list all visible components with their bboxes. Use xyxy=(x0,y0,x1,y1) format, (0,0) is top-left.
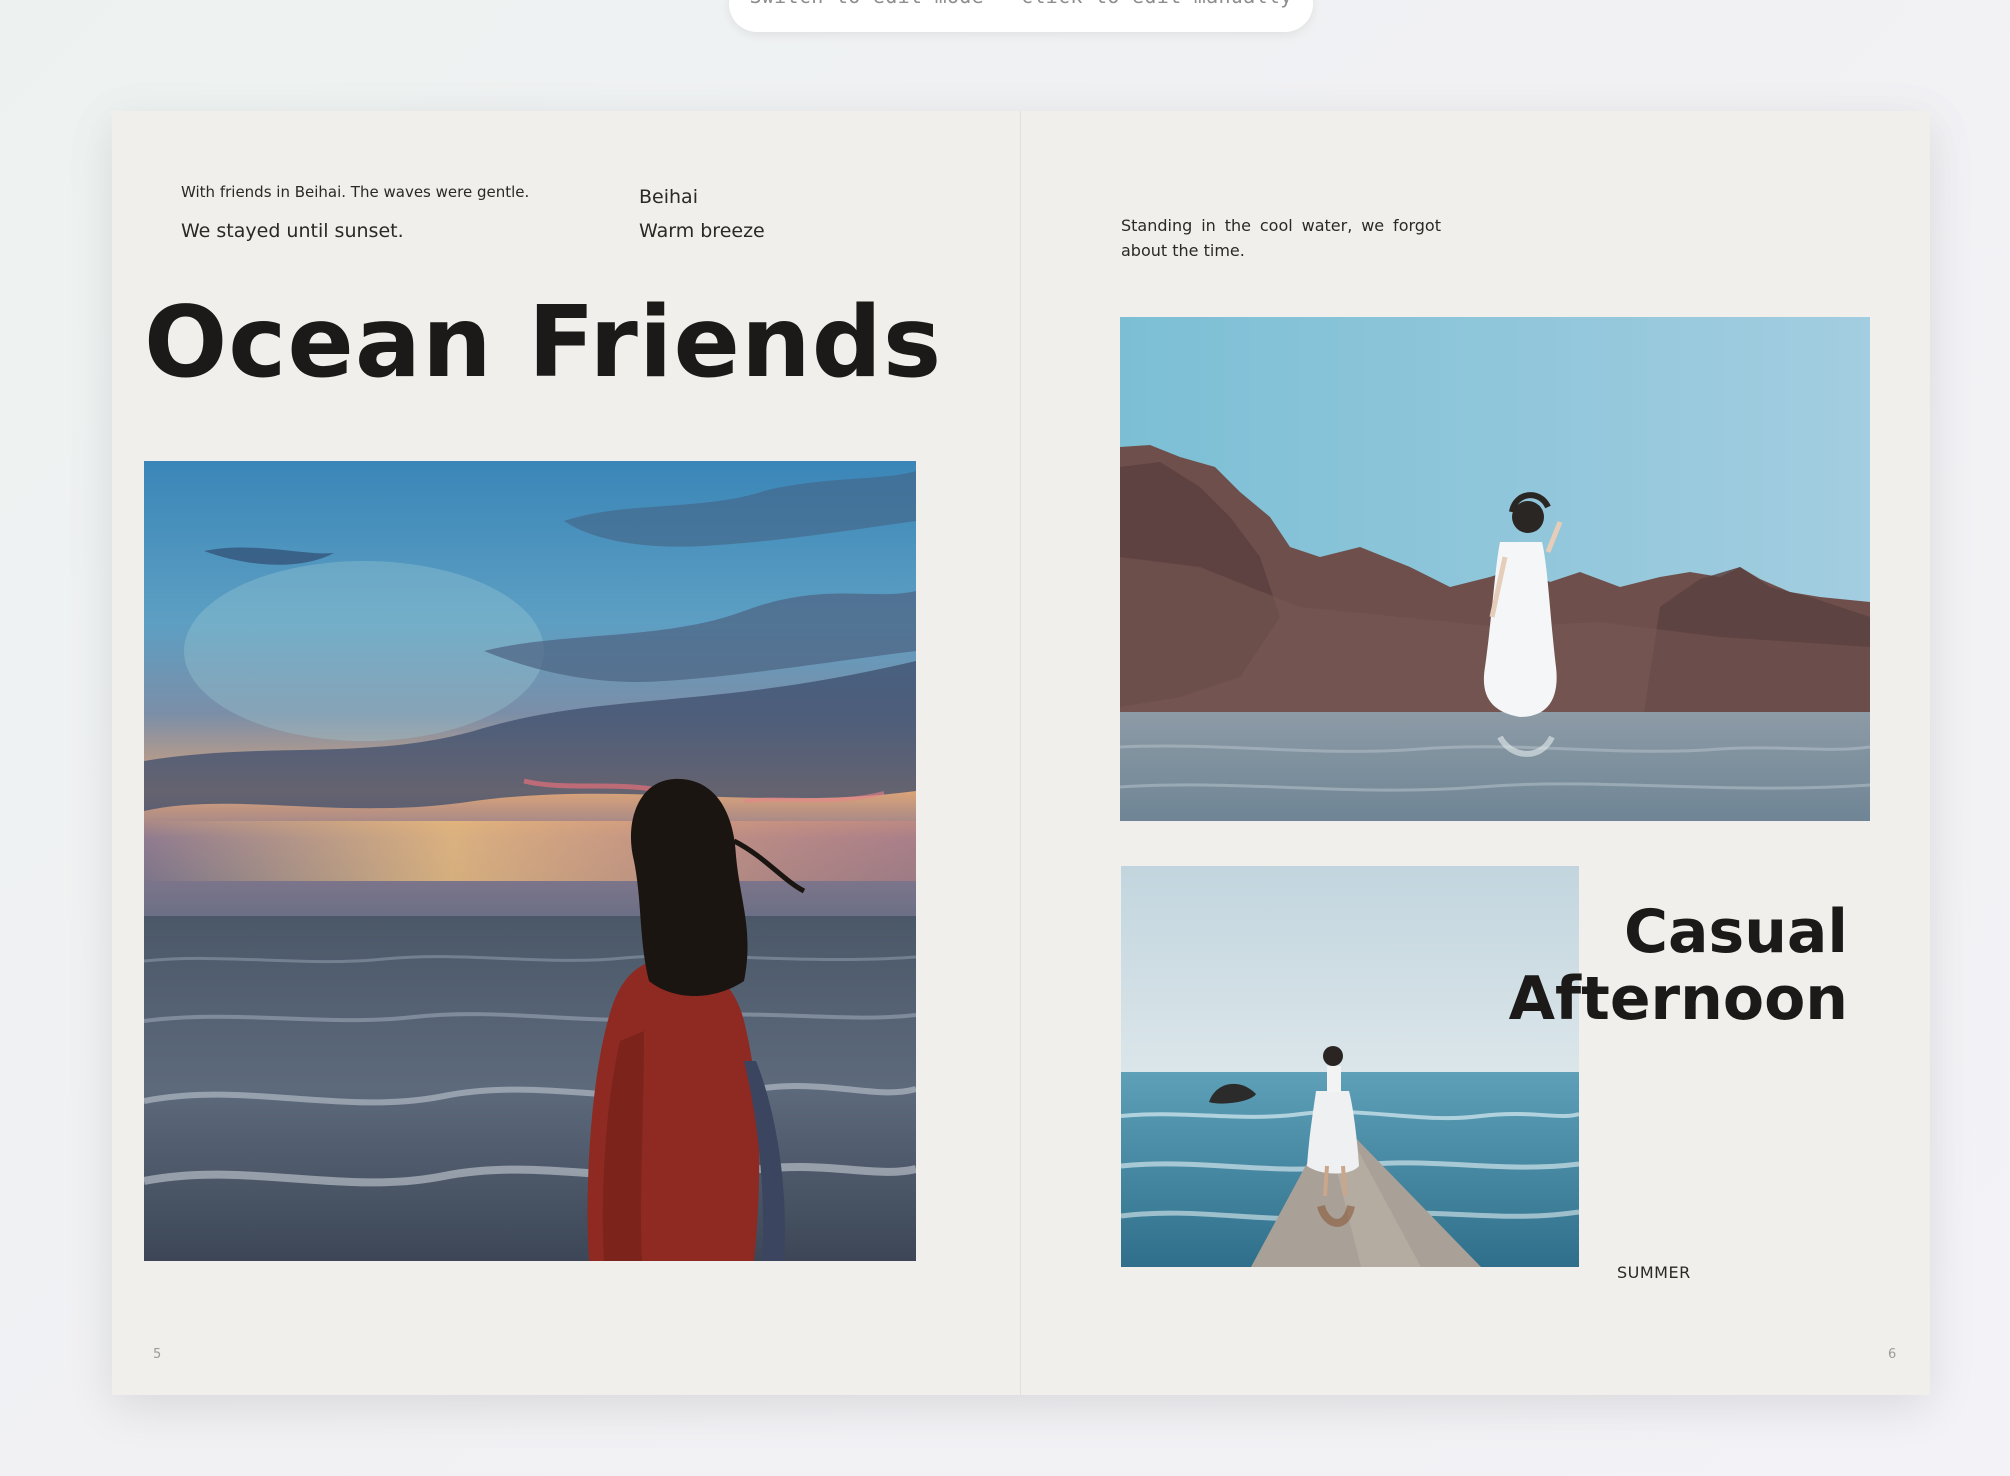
intro-caption[interactable]: With friends in Beihai. The waves were g… xyxy=(181,182,529,202)
edit-mode-hint-bar[interactable]: Switch to edit mode · click to edit manu… xyxy=(729,0,1313,32)
left-page: With friends in Beihai. The waves were g… xyxy=(112,111,1020,1395)
section-title-line-1: Casual xyxy=(1623,897,1848,967)
photo-description[interactable]: Standing in the cool water, we forgot ab… xyxy=(1121,213,1441,263)
page-title[interactable]: Ocean Friends xyxy=(144,283,942,403)
sunset-beach-photo[interactable] xyxy=(144,461,916,1261)
intro-subcaption[interactable]: We stayed until sunset. xyxy=(181,218,404,244)
edit-mode-hint-text: Switch to edit mode · click to edit manu… xyxy=(729,0,1313,8)
mood-tag[interactable]: Warm breeze xyxy=(639,218,765,244)
page-number-right: 6 xyxy=(1888,1347,1897,1362)
page-number-left: 5 xyxy=(153,1347,162,1362)
location-tag[interactable]: Beihai xyxy=(639,184,698,210)
section-title[interactable]: Casual Afternoon xyxy=(1509,899,1848,1033)
rocky-shore-photo[interactable] xyxy=(1120,317,1870,821)
right-page: Standing in the cool water, we forgot ab… xyxy=(1020,111,1930,1395)
section-title-line-2: Afternoon xyxy=(1508,964,1848,1034)
magazine-spread: With friends in Beihai. The waves were g… xyxy=(112,111,1930,1395)
season-label[interactable]: SUMMER xyxy=(1617,1263,1691,1282)
